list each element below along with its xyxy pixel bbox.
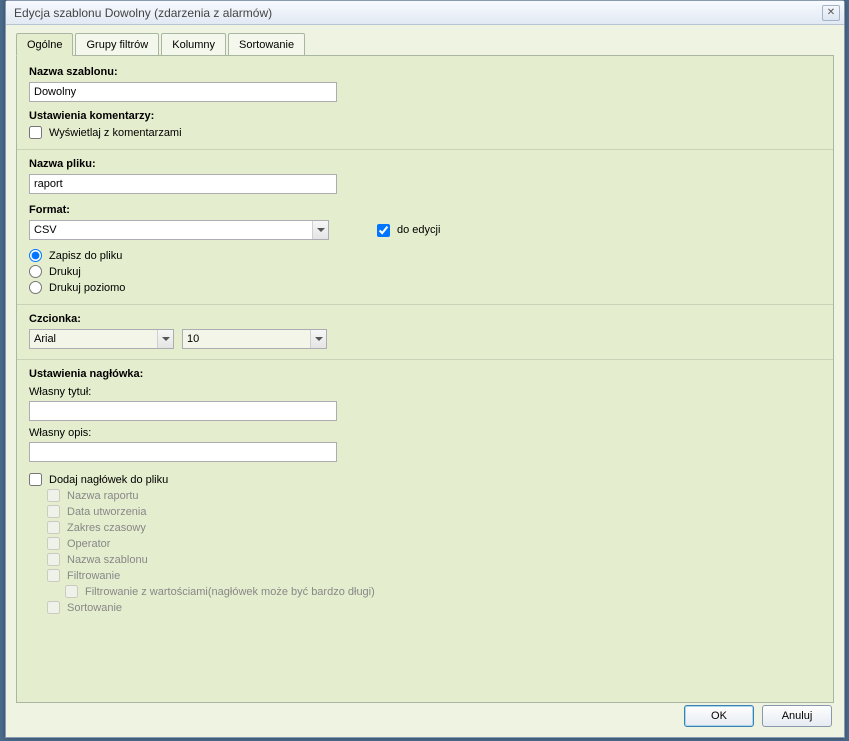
print-radio[interactable] bbox=[29, 265, 42, 278]
hdr-time-range-checkbox[interactable] bbox=[47, 521, 60, 534]
editable-label: do edycji bbox=[397, 224, 440, 236]
chevron-down-icon bbox=[310, 330, 326, 348]
hdr-time-range-row[interactable]: Zakres czasowy bbox=[47, 521, 821, 534]
format-label: Format: bbox=[29, 204, 821, 216]
hdr-report-name-label: Nazwa raportu bbox=[67, 490, 139, 502]
font-label: Czcionka: bbox=[29, 313, 821, 325]
titlebar: Edycja szablonu Dowolny (zdarzenia z ala… bbox=[6, 1, 844, 25]
add-header-label: Dodaj nagłówek do pliku bbox=[49, 474, 168, 486]
hdr-filtering-checkbox[interactable] bbox=[47, 569, 60, 582]
format-select[interactable]: CSV bbox=[29, 220, 329, 240]
tab-general[interactable]: Ogólne bbox=[16, 33, 73, 56]
print-landscape-row[interactable]: Drukuj poziomo bbox=[29, 281, 821, 294]
hdr-operator-checkbox[interactable] bbox=[47, 537, 60, 550]
hdr-creation-date-row[interactable]: Data utworzenia bbox=[47, 505, 821, 518]
show-with-comments-label: Wyświetlaj z komentarzami bbox=[49, 127, 182, 139]
show-with-comments-checkbox[interactable] bbox=[29, 126, 42, 139]
window-title: Edycja szablonu Dowolny (zdarzenia z ala… bbox=[14, 6, 822, 20]
save-to-file-radio[interactable] bbox=[29, 249, 42, 262]
tab-columns[interactable]: Kolumny bbox=[161, 33, 226, 56]
hdr-filtering-values-label: Filtrowanie z wartościami(nagłówek może … bbox=[85, 586, 375, 598]
own-desc-label: Własny opis: bbox=[29, 427, 821, 439]
hdr-time-range-label: Zakres czasowy bbox=[67, 522, 146, 534]
chevron-down-icon bbox=[312, 221, 328, 239]
tab-panel-general: Nazwa szablonu: Ustawienia komentarzy: W… bbox=[16, 55, 834, 703]
hdr-filtering-values-row[interactable]: Filtrowanie z wartościami(nagłówek może … bbox=[65, 585, 821, 598]
dialog-body: Ogólne Grupy filtrów Kolumny Sortowanie … bbox=[6, 25, 844, 711]
divider bbox=[17, 359, 833, 360]
font-size-select[interactable]: 10 bbox=[182, 329, 327, 349]
hdr-template-name-checkbox[interactable] bbox=[47, 553, 60, 566]
tab-sorting[interactable]: Sortowanie bbox=[228, 33, 305, 56]
cancel-button[interactable]: Anuluj bbox=[762, 705, 832, 727]
hdr-creation-date-checkbox[interactable] bbox=[47, 505, 60, 518]
print-label: Drukuj bbox=[49, 266, 81, 278]
print-landscape-radio[interactable] bbox=[29, 281, 42, 294]
editable-row[interactable]: do edycji bbox=[377, 224, 440, 237]
hdr-filtering-label: Filtrowanie bbox=[67, 570, 120, 582]
hdr-filtering-values-checkbox[interactable] bbox=[65, 585, 78, 598]
add-header-row[interactable]: Dodaj nagłówek do pliku bbox=[29, 473, 821, 486]
divider bbox=[17, 149, 833, 150]
divider bbox=[17, 304, 833, 305]
own-title-label: Własny tytuł: bbox=[29, 386, 821, 398]
save-to-file-label: Zapisz do pliku bbox=[49, 250, 122, 262]
tab-bar: Ogólne Grupy filtrów Kolumny Sortowanie bbox=[16, 33, 834, 56]
dialog-window: Edycja szablonu Dowolny (zdarzenia z ala… bbox=[5, 0, 845, 738]
show-with-comments-row[interactable]: Wyświetlaj z komentarzami bbox=[29, 126, 821, 139]
font-size-value: 10 bbox=[183, 331, 310, 347]
file-name-input[interactable] bbox=[29, 174, 337, 194]
print-landscape-label: Drukuj poziomo bbox=[49, 282, 125, 294]
hdr-creation-date-label: Data utworzenia bbox=[67, 506, 147, 518]
close-button[interactable]: ✕ bbox=[822, 5, 840, 21]
own-desc-input[interactable] bbox=[29, 442, 337, 462]
header-settings-label: Ustawienia nagłówka: bbox=[29, 368, 821, 380]
close-icon: ✕ bbox=[827, 7, 835, 18]
dialog-buttons: OK Anuluj bbox=[684, 705, 832, 727]
ok-button[interactable]: OK bbox=[684, 705, 754, 727]
chevron-down-icon bbox=[157, 330, 173, 348]
comment-settings-label: Ustawienia komentarzy: bbox=[29, 110, 821, 122]
hdr-report-name-checkbox[interactable] bbox=[47, 489, 60, 502]
print-row[interactable]: Drukuj bbox=[29, 265, 821, 278]
hdr-sorting-checkbox[interactable] bbox=[47, 601, 60, 614]
add-header-checkbox[interactable] bbox=[29, 473, 42, 486]
hdr-sorting-label: Sortowanie bbox=[67, 602, 122, 614]
file-name-label: Nazwa pliku: bbox=[29, 158, 821, 170]
tab-filter-groups[interactable]: Grupy filtrów bbox=[75, 33, 159, 56]
hdr-operator-label: Operator bbox=[67, 538, 110, 550]
own-title-input[interactable] bbox=[29, 401, 337, 421]
hdr-template-name-label: Nazwa szablonu bbox=[67, 554, 148, 566]
hdr-operator-row[interactable]: Operator bbox=[47, 537, 821, 550]
save-to-file-row[interactable]: Zapisz do pliku bbox=[29, 249, 821, 262]
template-name-input[interactable] bbox=[29, 82, 337, 102]
font-family-value: Arial bbox=[30, 331, 157, 347]
editable-checkbox[interactable] bbox=[377, 224, 390, 237]
hdr-sorting-row[interactable]: Sortowanie bbox=[47, 601, 821, 614]
template-name-label: Nazwa szablonu: bbox=[29, 66, 821, 78]
hdr-template-name-row[interactable]: Nazwa szablonu bbox=[47, 553, 821, 566]
hdr-filtering-row[interactable]: Filtrowanie bbox=[47, 569, 821, 582]
format-value: CSV bbox=[30, 222, 312, 238]
font-family-select[interactable]: Arial bbox=[29, 329, 174, 349]
hdr-report-name-row[interactable]: Nazwa raportu bbox=[47, 489, 821, 502]
